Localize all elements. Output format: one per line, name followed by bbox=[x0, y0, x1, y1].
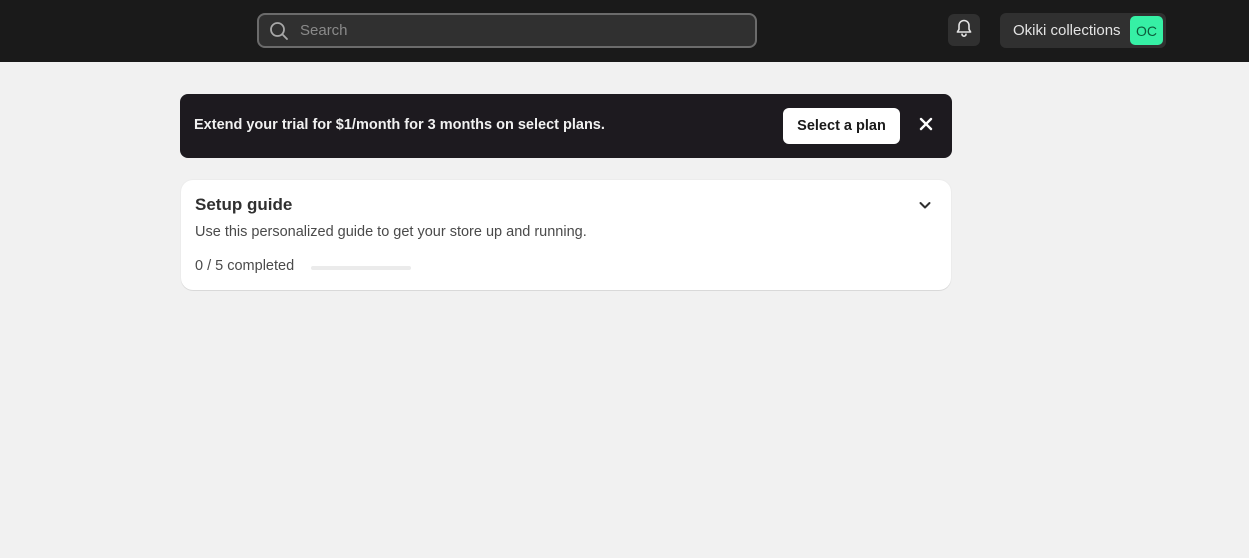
close-icon bbox=[919, 117, 933, 136]
bell-icon bbox=[954, 18, 974, 43]
expand-setup-guide-button[interactable] bbox=[914, 196, 936, 218]
chevron-down-icon bbox=[918, 198, 932, 217]
banner-message: Extend your trial for $1/month for 3 mon… bbox=[194, 117, 605, 133]
store-name: Okiki collections bbox=[1013, 22, 1121, 39]
search-input[interactable] bbox=[290, 15, 755, 46]
setup-guide-card: Setup guide Use this personalized guide … bbox=[181, 180, 951, 290]
notifications-button[interactable] bbox=[948, 14, 980, 46]
progress-bar bbox=[311, 266, 411, 270]
search-bar[interactable] bbox=[257, 13, 757, 48]
progress-text: 0 / 5 completed bbox=[195, 258, 295, 274]
setup-guide-subtitle: Use this personalized guide to get your … bbox=[195, 224, 587, 240]
top-bar: Okiki collections OC bbox=[0, 0, 1249, 62]
dismiss-banner-button[interactable] bbox=[916, 116, 936, 136]
search-icon bbox=[268, 20, 290, 42]
store-menu-button[interactable]: Okiki collections OC bbox=[1000, 13, 1166, 48]
avatar: OC bbox=[1130, 16, 1163, 45]
select-plan-button[interactable]: Select a plan bbox=[783, 108, 900, 144]
setup-guide-title: Setup guide bbox=[195, 195, 293, 214]
trial-banner: Extend your trial for $1/month for 3 mon… bbox=[180, 94, 952, 158]
